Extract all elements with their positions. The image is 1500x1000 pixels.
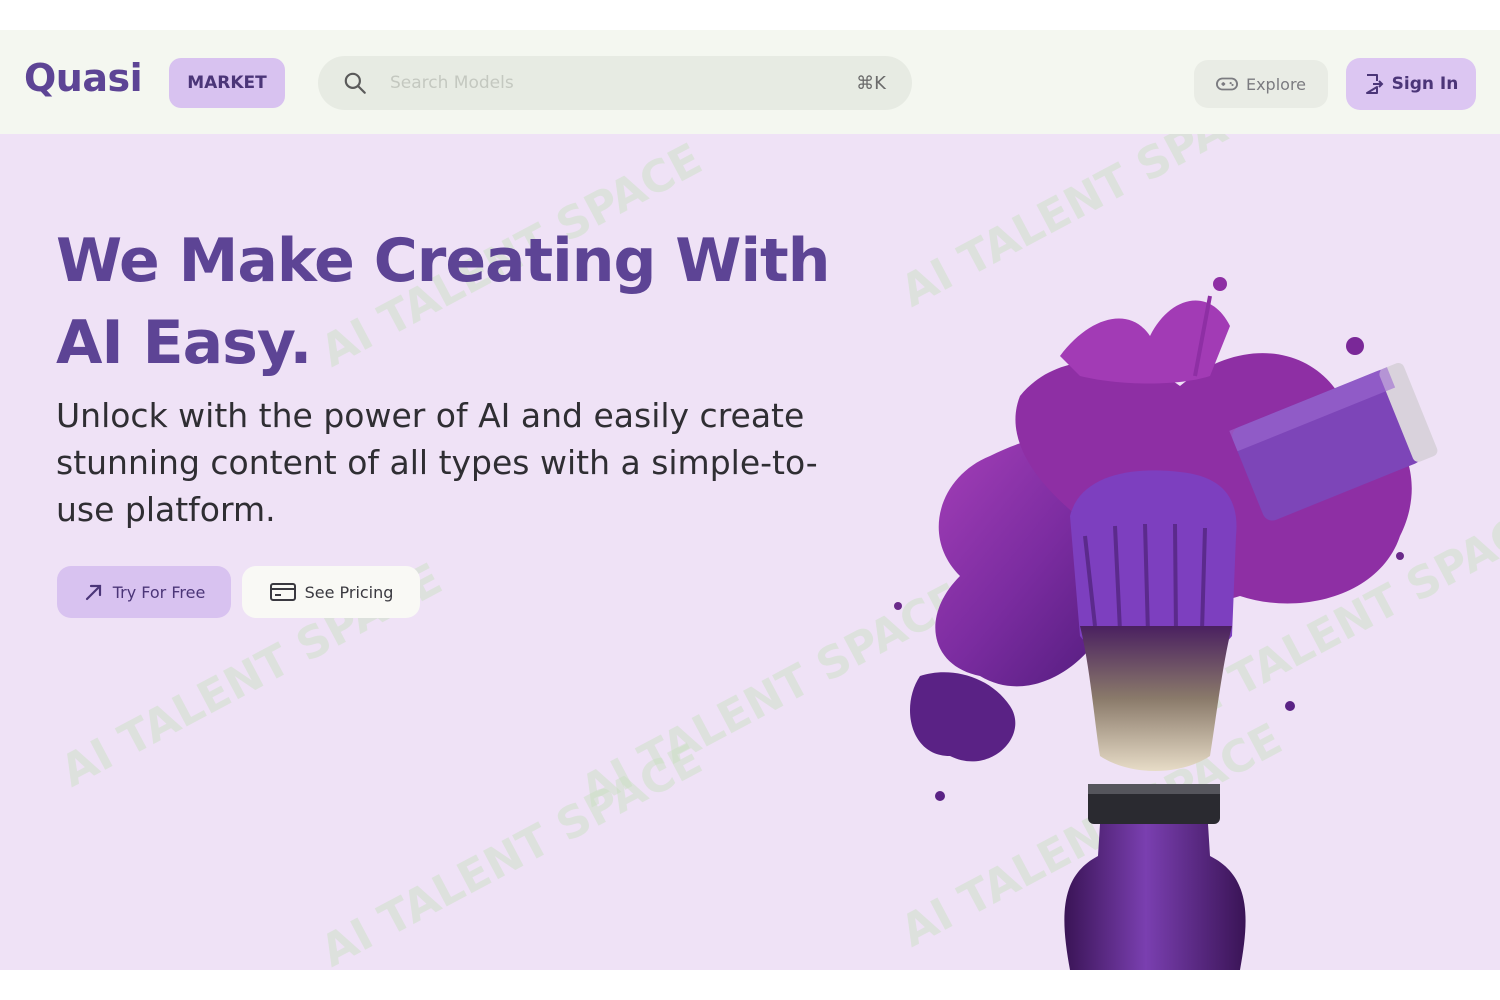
search-bar[interactable]: ⌘K	[318, 56, 912, 110]
keyboard-shortcut-hint: ⌘K	[856, 72, 886, 94]
logo[interactable]: Quasi	[24, 56, 143, 100]
sign-in-icon	[1365, 74, 1384, 94]
see-pricing-button[interactable]: See Pricing	[242, 566, 420, 618]
top-nav: Quasi MARKET ⌘K Explore	[0, 30, 1500, 134]
arrow-up-right-icon	[85, 584, 101, 601]
sign-in-button[interactable]: Sign In	[1346, 58, 1476, 110]
search-icon	[344, 72, 366, 94]
paint-brush-illustration	[894, 277, 1438, 970]
watermark-text: AI TALENT SPACE	[312, 733, 711, 970]
see-pricing-label: See Pricing	[304, 582, 394, 602]
explore-button[interactable]: Explore	[1194, 60, 1328, 108]
explore-label: Explore	[1245, 74, 1307, 94]
hero-title: We Make Creating With AI Easy.	[56, 226, 830, 378]
gamepad-icon	[1215, 77, 1238, 91]
page-frame: AI TALENT SPACE AI TALENT SPACE AI TALEN…	[0, 30, 1500, 970]
credit-card-icon	[269, 583, 296, 601]
try-for-free-label: Try For Free	[112, 582, 206, 602]
sign-in-label: Sign In	[1391, 74, 1459, 94]
search-input[interactable]	[390, 66, 830, 100]
market-badge[interactable]: MARKET	[169, 58, 285, 108]
hero-subtitle: Unlock with the power of AI and easily c…	[56, 396, 818, 529]
try-for-free-button[interactable]: Try For Free	[57, 566, 231, 618]
